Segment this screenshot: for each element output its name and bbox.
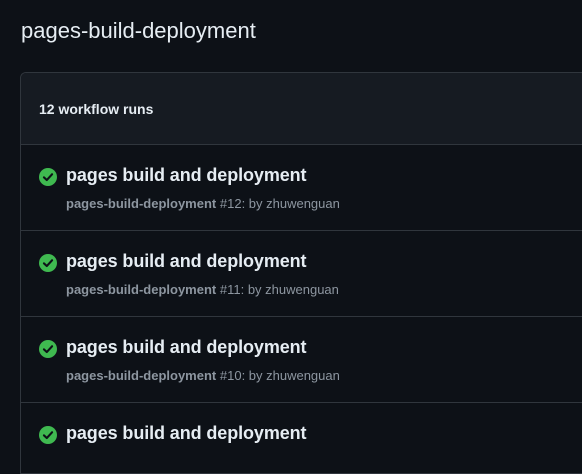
page-title: pages-build-deployment [21, 18, 256, 43]
workflow-name: pages-build-deployment [66, 196, 217, 211]
workflow-run-meta: pages-build-deployment #11: by zhuwengua… [66, 282, 339, 297]
workflow-run-title-link[interactable]: pages build and deployment [66, 165, 307, 186]
run-number: #12 [219, 196, 242, 211]
workflow-runs-header: 12 workflow runs [21, 73, 582, 145]
workflow-run-meta: pages-build-deployment #12: by zhuwengua… [66, 196, 340, 211]
workflow-run-title-link[interactable]: pages build and deployment [66, 337, 307, 358]
workflow-run-row[interactable]: pages build and deployment pages-build-d… [21, 231, 582, 317]
run-actor: : by zhuwenguan [241, 196, 340, 211]
run-actor: : by zhuwenguan [240, 282, 339, 297]
workflow-run-title-link[interactable]: pages build and deployment [66, 251, 307, 272]
check-circle-fill-icon [39, 426, 57, 444]
workflow-name: pages-build-deployment [66, 282, 217, 297]
workflow-run-row[interactable]: pages build and deployment pages-build-d… [21, 317, 582, 403]
check-circle-fill-icon [39, 168, 57, 186]
workflow-run-title-link[interactable]: pages build and deployment [66, 423, 307, 444]
run-number: #10 [219, 368, 242, 383]
workflow-runs-count: 12 workflow runs [39, 100, 154, 117]
workflow-runs-list: 12 workflow runs pages build and deploym… [20, 72, 582, 474]
workflow-run-row[interactable]: pages build and deployment [21, 403, 582, 473]
workflow-run-row[interactable]: pages build and deployment pages-build-d… [21, 145, 582, 231]
workflow-name: pages-build-deployment [66, 368, 217, 383]
workflow-run-meta: pages-build-deployment #10: by zhuwengua… [66, 368, 340, 383]
check-circle-fill-icon [39, 340, 57, 358]
run-actor: : by zhuwenguan [241, 368, 340, 383]
check-circle-fill-icon [39, 254, 57, 272]
run-number: #11 [219, 282, 241, 297]
